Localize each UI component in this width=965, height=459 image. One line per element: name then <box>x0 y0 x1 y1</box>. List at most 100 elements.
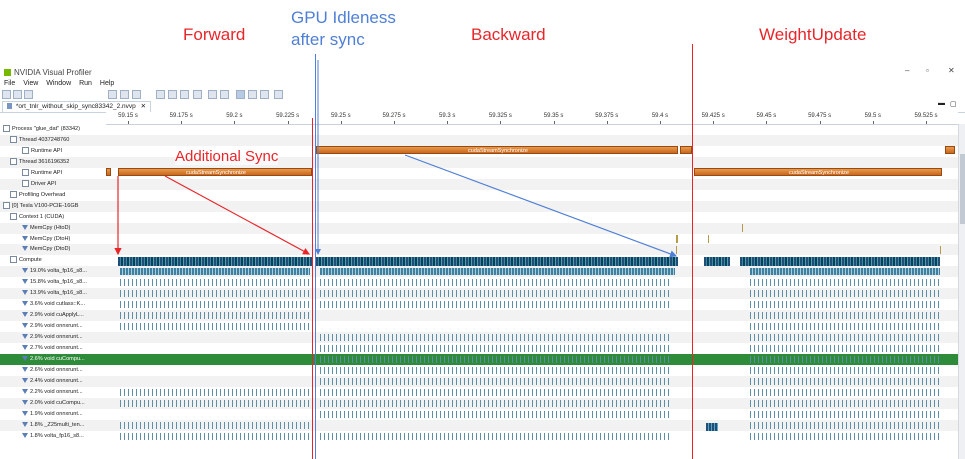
compute-bar-wu-2[interactable] <box>740 257 940 266</box>
menu-file[interactable]: File <box>4 80 15 87</box>
kernel-activity[interactable] <box>750 355 940 363</box>
menu-run[interactable]: Run <box>79 80 92 87</box>
zoom-in-icon[interactable] <box>156 90 165 99</box>
timeline-row[interactable]: Profiling Overhead <box>0 190 958 201</box>
settings-icon[interactable] <box>274 90 283 99</box>
memcpy-dtod-mark-2[interactable] <box>940 246 941 254</box>
kernel-activity[interactable] <box>320 268 675 276</box>
close-icon[interactable]: ✕ <box>948 66 955 75</box>
kernel-activity[interactable] <box>750 345 940 352</box>
kernel-activity[interactable] <box>120 301 310 309</box>
timeline-row[interactable]: MemCpy (DtoD) <box>0 244 958 256</box>
zoom-out-icon[interactable] <box>168 90 177 99</box>
menu-view[interactable]: View <box>23 80 38 87</box>
kernel-activity[interactable] <box>320 355 670 363</box>
filter-icon[interactable] <box>22 290 28 296</box>
kernel-activity[interactable] <box>750 334 940 342</box>
kernel-activity[interactable] <box>750 410 940 418</box>
layout-3-icon[interactable] <box>260 90 269 99</box>
tree-toggle-icon[interactable] <box>10 212 17 220</box>
kernel-activity[interactable] <box>750 279 940 287</box>
filter-icon[interactable] <box>22 268 28 274</box>
filter-icon[interactable] <box>22 377 28 383</box>
zoom-reset-icon[interactable] <box>193 90 202 99</box>
memcpy-dtoh-mark-2[interactable] <box>708 235 709 243</box>
kernel-activity[interactable] <box>320 366 670 374</box>
tree-toggle-icon[interactable] <box>22 146 29 154</box>
tree-toggle-icon[interactable] <box>22 168 29 176</box>
kernel-activity[interactable] <box>320 301 670 309</box>
compute-bar-wu-1[interactable] <box>704 257 730 266</box>
filter-icon[interactable] <box>22 366 28 372</box>
minimize-icon[interactable]: – <box>905 66 909 75</box>
editor-tab[interactable]: *ort_tnlr_without_skip_sync83342_2.nvvp … <box>2 101 152 112</box>
kernel-activity[interactable] <box>120 312 310 320</box>
timeline-row[interactable]: Driver API <box>0 178 958 190</box>
kernel-activity[interactable] <box>120 323 310 331</box>
tree-toggle-icon[interactable] <box>10 256 17 264</box>
save-icon[interactable] <box>24 90 33 99</box>
compute-bar-backward[interactable] <box>316 257 678 266</box>
minimize-view-icon[interactable]: ▬ <box>938 100 945 107</box>
scrollbar-thumb[interactable] <box>960 154 965 224</box>
memcpy-dtod-mark-1[interactable] <box>676 246 677 254</box>
timeline-row[interactable]: MemCpy (HtoD) <box>0 222 958 234</box>
zoom-dropdown-icon[interactable] <box>132 90 141 99</box>
memcpy-dtoh-mark-1[interactable] <box>676 235 678 243</box>
tree-toggle-icon[interactable] <box>3 201 10 209</box>
menu-window[interactable]: Window <box>46 80 71 87</box>
new-session-icon[interactable] <box>2 90 11 99</box>
kernel-activity[interactable] <box>750 399 940 407</box>
tree-toggle-icon[interactable] <box>22 179 29 187</box>
tab-close-icon[interactable]: ✕ <box>141 103 146 110</box>
layout-1-icon[interactable] <box>236 90 245 99</box>
filter-icon[interactable] <box>22 345 28 351</box>
maximize-view-icon[interactable]: ▢ <box>950 100 957 108</box>
tree-toggle-icon[interactable] <box>10 157 17 165</box>
filter-icon[interactable] <box>22 388 28 394</box>
kernel-activity[interactable] <box>750 377 940 385</box>
filter-icon[interactable] <box>22 312 28 318</box>
kernel-activity[interactable] <box>750 366 940 374</box>
api-bar-sync-weightupdate[interactable]: cudaStreamSynchronize <box>694 168 942 176</box>
filter-icon[interactable] <box>22 410 28 416</box>
filter-icon[interactable] <box>22 323 28 329</box>
menu-help[interactable]: Help <box>100 80 114 87</box>
api-bar-small-1[interactable] <box>680 146 692 154</box>
kernel-activity[interactable] <box>320 410 670 418</box>
timeline-row[interactable]: Thread 4037248760 <box>0 134 958 146</box>
kernel-activity[interactable] <box>750 432 940 440</box>
filter-icon[interactable] <box>22 279 28 285</box>
kernel-activity[interactable] <box>320 432 670 440</box>
timeline-row[interactable]: [0] Tesla V100-PCIE-16GB <box>0 200 958 212</box>
kernel-activity[interactable] <box>320 345 670 352</box>
open-icon[interactable] <box>13 90 22 99</box>
restore-icon[interactable]: ▫ <box>926 66 929 75</box>
kernel-activity[interactable] <box>750 301 940 309</box>
kernel-activity[interactable] <box>120 388 310 396</box>
kernel-activity[interactable] <box>120 399 310 407</box>
api-bar-sync-backward[interactable]: cudaStreamSynchronize <box>316 146 678 154</box>
memcpy-htod-mark[interactable] <box>742 224 743 232</box>
timeline-row[interactable]: Context 1 (CUDA) <box>0 212 958 223</box>
filter-icon[interactable] <box>22 432 28 438</box>
kernel-activity[interactable] <box>320 388 670 396</box>
tree-toggle-icon[interactable] <box>10 135 17 143</box>
kernel-activity[interactable] <box>320 334 670 342</box>
api-bar-small-2[interactable] <box>945 146 955 154</box>
export-icon[interactable] <box>120 90 129 99</box>
api-bar-sync-forward[interactable]: cudaStreamSynchronize <box>118 168 312 176</box>
compute-bar-forward[interactable] <box>118 257 312 266</box>
zoom-fit-icon[interactable] <box>180 90 189 99</box>
sync-icon[interactable] <box>220 90 229 99</box>
kernel-activity[interactable] <box>750 268 940 276</box>
layout-2-icon[interactable] <box>248 90 257 99</box>
kernel-activity[interactable] <box>120 279 310 287</box>
filter-icon[interactable] <box>22 224 28 230</box>
timeline-row[interactable]: Process "glue_dat" (83342) <box>0 124 958 135</box>
kernel-activity[interactable] <box>120 421 310 429</box>
kernel-activity[interactable] <box>750 323 940 331</box>
filter-icon[interactable] <box>22 355 28 361</box>
kernel-activity[interactable] <box>320 377 670 385</box>
vertical-scrollbar[interactable] <box>958 124 965 459</box>
